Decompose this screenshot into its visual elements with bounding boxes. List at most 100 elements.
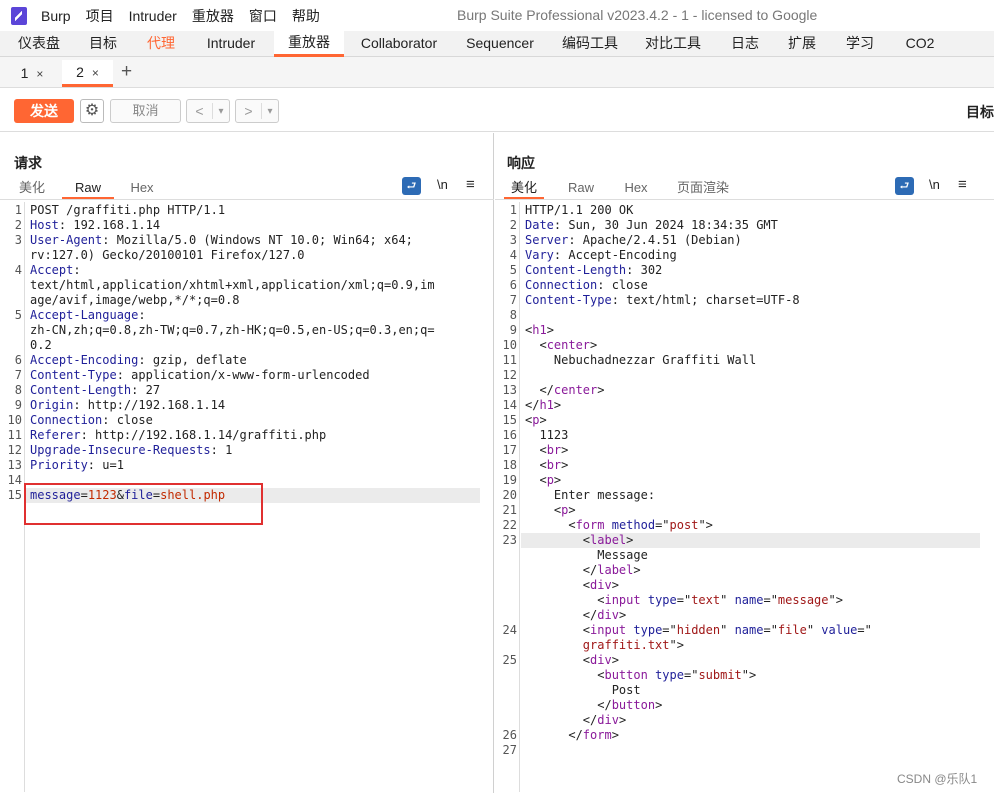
code-token: submit [698, 668, 742, 682]
code-token: Date [525, 218, 554, 232]
code-token: =" [662, 623, 677, 637]
tab-sequencer[interactable]: Sequencer [461, 31, 539, 57]
code-token: Connection [30, 413, 103, 427]
code-token: > [561, 443, 569, 457]
code-token: Vary [525, 248, 554, 262]
menu-burp[interactable]: Burp [41, 8, 71, 24]
newline-icon[interactable]: \n [437, 177, 448, 192]
code-token: Referer [30, 428, 81, 442]
code-token: : [73, 263, 81, 277]
repeater-tab-1[interactable]: 1 × [8, 60, 56, 87]
code-token: < [525, 623, 591, 637]
code-line: User-Agent: Mozilla/5.0 (Windows NT 10.0… [30, 233, 413, 248]
tab-proxy[interactable]: 代理 [136, 31, 186, 57]
request-panel: 请求 美化 Raw Hex ⮐ \n ≡ 1 POST /graffiti.php… [0, 133, 494, 793]
request-tab-raw[interactable]: Raw [62, 177, 114, 199]
back-button[interactable]: < ▾ [186, 99, 230, 123]
tab-co2[interactable]: CO2 [898, 31, 942, 57]
line-number [497, 668, 517, 683]
code-token: label [597, 563, 634, 577]
send-button[interactable]: 发送 [14, 99, 74, 123]
cancel-button[interactable]: 取消 [110, 99, 181, 123]
code-token: br [546, 458, 562, 472]
target-label[interactable]: 目标 [966, 102, 994, 122]
code-line: <input type="text" name="message"> [525, 593, 843, 608]
line-number: 18 [502, 458, 517, 472]
tab-decoder[interactable]: 编码工具 [557, 31, 623, 57]
chevron-down-icon[interactable]: ▾ [213, 106, 229, 117]
request-tab-hex[interactable]: Hex [122, 177, 162, 199]
line-number: 15 [502, 413, 517, 427]
menu-repeater[interactable]: 重放器 [192, 6, 234, 26]
line-number: 14 [7, 473, 22, 487]
code-line: <div> [525, 653, 619, 668]
code-line: <br> [525, 443, 568, 458]
chevron-down-icon[interactable]: ▾ [262, 106, 278, 117]
code-token: Connection [525, 278, 598, 292]
code-line: <form method="post"> [525, 518, 713, 533]
tab-learn[interactable]: 学习 [840, 31, 880, 57]
code-line: </h1> [525, 398, 561, 413]
tab-logger[interactable]: 日志 [725, 31, 765, 57]
tab-comparer[interactable]: 对比工具 [640, 31, 706, 57]
main-tabs: 仪表盘 目标 代理 Intruder 重放器 Collaborator Sequ… [0, 31, 994, 57]
code-line: Content-Length: 302 [525, 263, 662, 278]
code-token: > [611, 653, 619, 667]
tab-collaborator[interactable]: Collaborator [352, 31, 446, 57]
response-tab-raw[interactable]: Raw [561, 177, 601, 199]
code-token: label [590, 533, 627, 547]
code-token: =" [655, 518, 670, 532]
code-token: div [590, 578, 612, 592]
menu-window[interactable]: 窗口 [249, 6, 277, 26]
code-token: > [553, 398, 562, 412]
hamburger-menu-icon[interactable]: ≡ [958, 176, 967, 193]
repeater-tab-2[interactable]: 2 × [62, 60, 113, 87]
gear-icon[interactable]: ⚙ [80, 99, 104, 123]
code-line: <h1> [525, 323, 554, 338]
code-token: > [561, 458, 569, 472]
line-number: 10 [502, 338, 517, 352]
code-line: </button> [525, 698, 662, 713]
tab-target[interactable]: 目标 [75, 31, 131, 57]
close-icon[interactable]: × [92, 66, 99, 80]
chevron-right-icon: > [236, 103, 262, 119]
line-number: 19 [502, 473, 517, 487]
response-tab-hex[interactable]: Hex [616, 177, 656, 199]
code-token: > [655, 698, 663, 712]
code-token: : close [102, 413, 153, 427]
code-token: form [575, 518, 605, 532]
response-tab-render[interactable]: 页面渲染 [671, 177, 735, 199]
tab-intruder[interactable]: Intruder [196, 31, 266, 57]
close-icon[interactable]: × [36, 67, 43, 81]
tab-extensions[interactable]: 扩展 [782, 31, 822, 57]
code-token: Content-Type [30, 368, 117, 382]
code-token: message [777, 593, 829, 607]
code-token: > [553, 473, 562, 487]
request-tab-pretty[interactable]: 美化 [12, 177, 52, 199]
forward-button[interactable]: > ▾ [235, 99, 279, 123]
burp-logo-icon [11, 6, 27, 25]
line-number: 11 [7, 428, 22, 442]
tab-dashboard[interactable]: 仪表盘 [8, 31, 70, 57]
menu-project[interactable]: 项目 [86, 6, 114, 26]
line-number: 9 [509, 323, 517, 337]
repeater-tab-label: 1 [20, 65, 29, 81]
newline-icon[interactable]: \n [929, 177, 940, 192]
code-token: =" [857, 623, 872, 637]
new-tab-plus-icon[interactable]: + [121, 61, 132, 83]
code-token: : u=1 [87, 458, 124, 472]
response-tab-pretty[interactable]: 美化 [504, 177, 544, 199]
hamburger-menu-icon[interactable]: ≡ [466, 176, 475, 193]
code-token: > [611, 728, 619, 742]
menu-intruder[interactable]: Intruder [129, 8, 177, 24]
tab-repeater[interactable]: 重放器 [274, 31, 344, 57]
line-number: 8 [509, 308, 517, 322]
menu-help[interactable]: 帮助 [292, 6, 320, 26]
code-token: " [720, 593, 735, 607]
code-token: Accept-Language [30, 308, 139, 322]
code-line: </div> [525, 608, 626, 623]
code-token: : 302 [626, 263, 663, 277]
wrap-lines-icon[interactable]: ⮐ [895, 177, 914, 195]
wrap-lines-icon[interactable]: ⮐ [402, 177, 421, 195]
line-number [497, 638, 517, 653]
